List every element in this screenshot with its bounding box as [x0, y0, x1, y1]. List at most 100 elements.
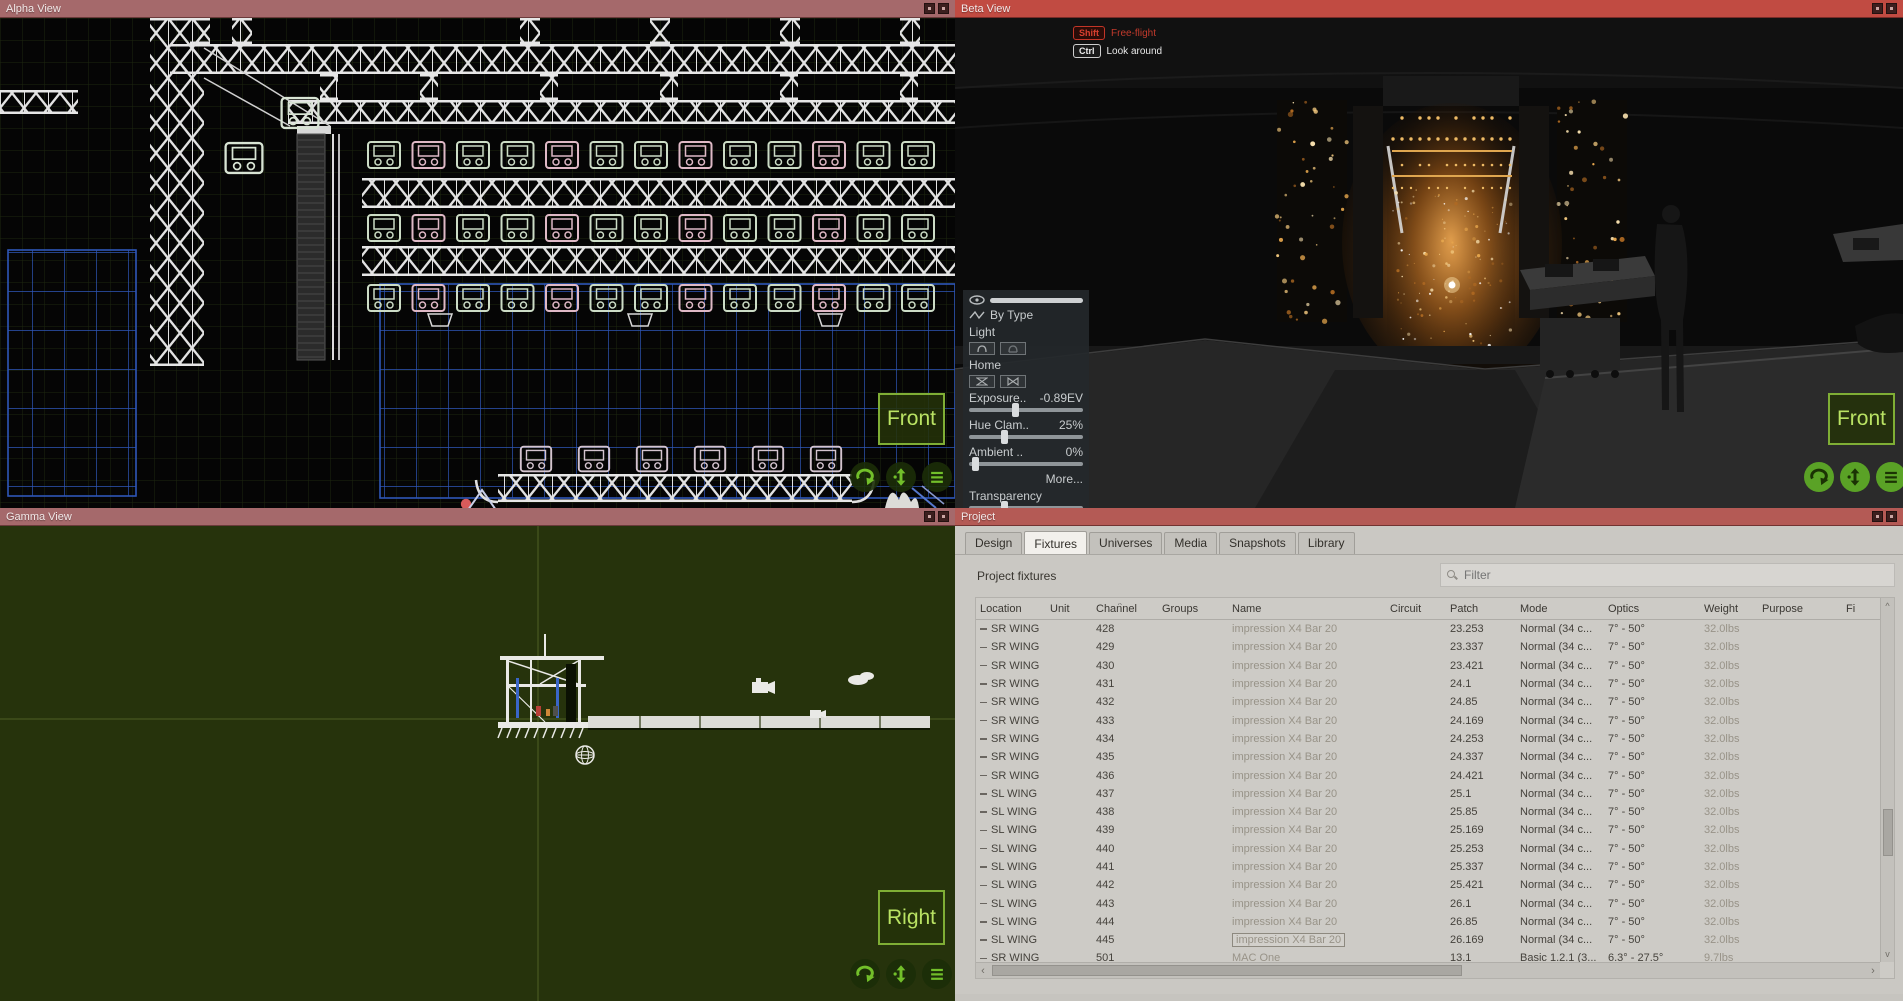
collapse-dash-icon[interactable] [980, 903, 987, 905]
view-menu-button[interactable] [922, 959, 952, 989]
alpha-viewport[interactable]: Front [0, 18, 955, 508]
column-header-purpose[interactable]: Purpose [1758, 603, 1842, 615]
beta-view-titlebar[interactable]: Beta View [955, 0, 1903, 18]
tab-universes[interactable]: Universes [1089, 532, 1162, 554]
window-maximize-button[interactable] [938, 511, 949, 522]
light-off-button[interactable] [1000, 342, 1026, 355]
tab-library[interactable]: Library [1298, 532, 1355, 554]
home-view-button[interactable] [969, 375, 995, 388]
horizontal-scrollbar[interactable]: ‹ › [976, 962, 1880, 978]
column-header-channel[interactable]: Channel^ [1092, 603, 1158, 615]
table-row[interactable]: SL WING439impression X4 Bar 2025.169Norm… [976, 821, 1880, 839]
orbit-button[interactable] [850, 959, 880, 989]
by-type-label[interactable]: By Type [990, 308, 1033, 322]
collapse-dash-icon[interactable] [980, 628, 987, 630]
window-menu-button[interactable] [924, 3, 935, 14]
column-header-mode[interactable]: Mode [1516, 603, 1604, 615]
column-header-optics[interactable]: Optics [1604, 603, 1700, 615]
column-header-name[interactable]: Name [1228, 603, 1386, 615]
column-header-weight[interactable]: Weight [1700, 603, 1758, 615]
hue-clamp-slider[interactable] [969, 435, 1083, 439]
collapse-dash-icon[interactable] [980, 921, 987, 923]
gamma-viewport[interactable]: Right [0, 526, 955, 1001]
table-row[interactable]: SR WING501MAC One13.1Basic 1.2.1 (3...6.… [976, 949, 1880, 962]
collapse-dash-icon[interactable] [980, 958, 987, 960]
column-header-circuit[interactable]: Circuit [1386, 603, 1446, 615]
column-header-fi[interactable]: Fi [1842, 603, 1872, 615]
table-row[interactable]: SL WING440impression X4 Bar 2025.253Norm… [976, 840, 1880, 858]
table-row[interactable]: SR WING430impression X4 Bar 2023.421Norm… [976, 657, 1880, 675]
tab-fixtures[interactable]: Fixtures [1024, 531, 1087, 555]
scroll-down-arrow[interactable]: v [1881, 949, 1894, 959]
window-menu-button[interactable] [1872, 3, 1883, 14]
home-set-button[interactable] [1000, 375, 1026, 388]
window-maximize-button[interactable] [938, 3, 949, 14]
ambient-slider[interactable] [969, 462, 1083, 466]
tab-design[interactable]: Design [965, 532, 1022, 554]
light-on-button[interactable] [969, 342, 995, 355]
table-row[interactable]: SL WING438impression X4 Bar 2025.85Norma… [976, 803, 1880, 821]
table-row[interactable]: SR WING435impression X4 Bar 2024.337Norm… [976, 748, 1880, 766]
alpha-view-titlebar[interactable]: Alpha View [0, 0, 955, 18]
elevation-button[interactable] [1840, 462, 1870, 492]
table-row[interactable]: SL WING441impression X4 Bar 2025.337Norm… [976, 858, 1880, 876]
orbit-button[interactable] [1804, 462, 1834, 492]
table-row[interactable]: SR WING433impression X4 Bar 2024.169Norm… [976, 711, 1880, 729]
column-header-unit[interactable]: Unit [1046, 603, 1092, 615]
column-header-groups[interactable]: Groups [1158, 603, 1228, 615]
filter-box[interactable] [1440, 563, 1895, 587]
collapse-dash-icon[interactable] [980, 793, 987, 795]
view-menu-button[interactable] [922, 462, 952, 492]
vertical-scrollbar-thumb[interactable] [1883, 809, 1893, 856]
beta-view-orientation-button[interactable]: Front [1828, 393, 1895, 445]
tab-media[interactable]: Media [1164, 532, 1217, 554]
collapse-dash-icon[interactable] [980, 702, 987, 704]
collapse-dash-icon[interactable] [980, 683, 987, 685]
alpha-view-orientation-button[interactable]: Front [878, 393, 945, 445]
column-header-location[interactable]: Location [976, 603, 1046, 615]
collapse-dash-icon[interactable] [980, 665, 987, 667]
filter-input[interactable] [1462, 567, 1888, 583]
window-menu-button[interactable] [1872, 511, 1883, 522]
collapse-dash-icon[interactable] [980, 811, 987, 813]
elevation-button[interactable] [886, 959, 916, 989]
name-cell-editing[interactable]: impression X4 Bar 20 [1232, 933, 1345, 947]
table-row[interactable]: SR WING432impression X4 Bar 2024.85Norma… [976, 693, 1880, 711]
table-row[interactable]: SL WING442impression X4 Bar 2025.421Norm… [976, 876, 1880, 894]
gamma-view-titlebar[interactable]: Gamma View [0, 508, 955, 526]
table-row[interactable]: SR WING429impression X4 Bar 2023.337Norm… [976, 638, 1880, 656]
collapse-dash-icon[interactable] [980, 848, 987, 850]
window-maximize-button[interactable] [1886, 511, 1897, 522]
scroll-up-arrow[interactable]: ^ [1881, 601, 1894, 611]
collapse-dash-icon[interactable] [980, 720, 987, 722]
table-row[interactable]: SL WING444impression X4 Bar 2026.85Norma… [976, 913, 1880, 931]
collapse-dash-icon[interactable] [980, 866, 987, 868]
window-menu-button[interactable] [924, 511, 935, 522]
table-row[interactable]: SR WING436impression X4 Bar 2024.421Norm… [976, 766, 1880, 784]
collapse-dash-icon[interactable] [980, 775, 987, 777]
table-row[interactable]: SL WING443impression X4 Bar 2026.1Normal… [976, 894, 1880, 912]
collapse-dash-icon[interactable] [980, 647, 987, 649]
table-row[interactable]: SL WING445impression X4 Bar 2026.169Norm… [976, 931, 1880, 949]
table-row[interactable]: SR WING434impression X4 Bar 2024.253Norm… [976, 730, 1880, 748]
collapse-dash-icon[interactable] [980, 830, 987, 832]
scroll-right-arrow[interactable]: › [1866, 965, 1880, 977]
scroll-left-arrow[interactable]: ‹ [976, 965, 990, 977]
project-titlebar[interactable]: Project [955, 508, 1903, 526]
collapse-dash-icon[interactable] [980, 885, 987, 887]
horizontal-scrollbar-thumb[interactable] [992, 965, 1462, 976]
window-maximize-button[interactable] [1886, 3, 1897, 14]
elevation-button[interactable] [886, 462, 916, 492]
tab-snapshots[interactable]: Snapshots [1219, 532, 1296, 554]
visibility-slider[interactable] [990, 298, 1083, 303]
orbit-button[interactable] [850, 462, 880, 492]
column-header-patch[interactable]: Patch [1446, 603, 1516, 615]
table-row[interactable]: SL WING437impression X4 Bar 2025.1Normal… [976, 785, 1880, 803]
vertical-scrollbar[interactable]: ^ v [1880, 598, 1894, 962]
collapse-dash-icon[interactable] [980, 939, 987, 941]
collapse-dash-icon[interactable] [980, 756, 987, 758]
table-row[interactable]: SR WING431impression X4 Bar 2024.1Normal… [976, 675, 1880, 693]
beta-viewport[interactable]: Shift Free-flight Ctrl Look around By Ty… [955, 18, 1903, 508]
more-link[interactable]: More... [969, 472, 1083, 486]
exposure-slider[interactable] [969, 408, 1083, 412]
